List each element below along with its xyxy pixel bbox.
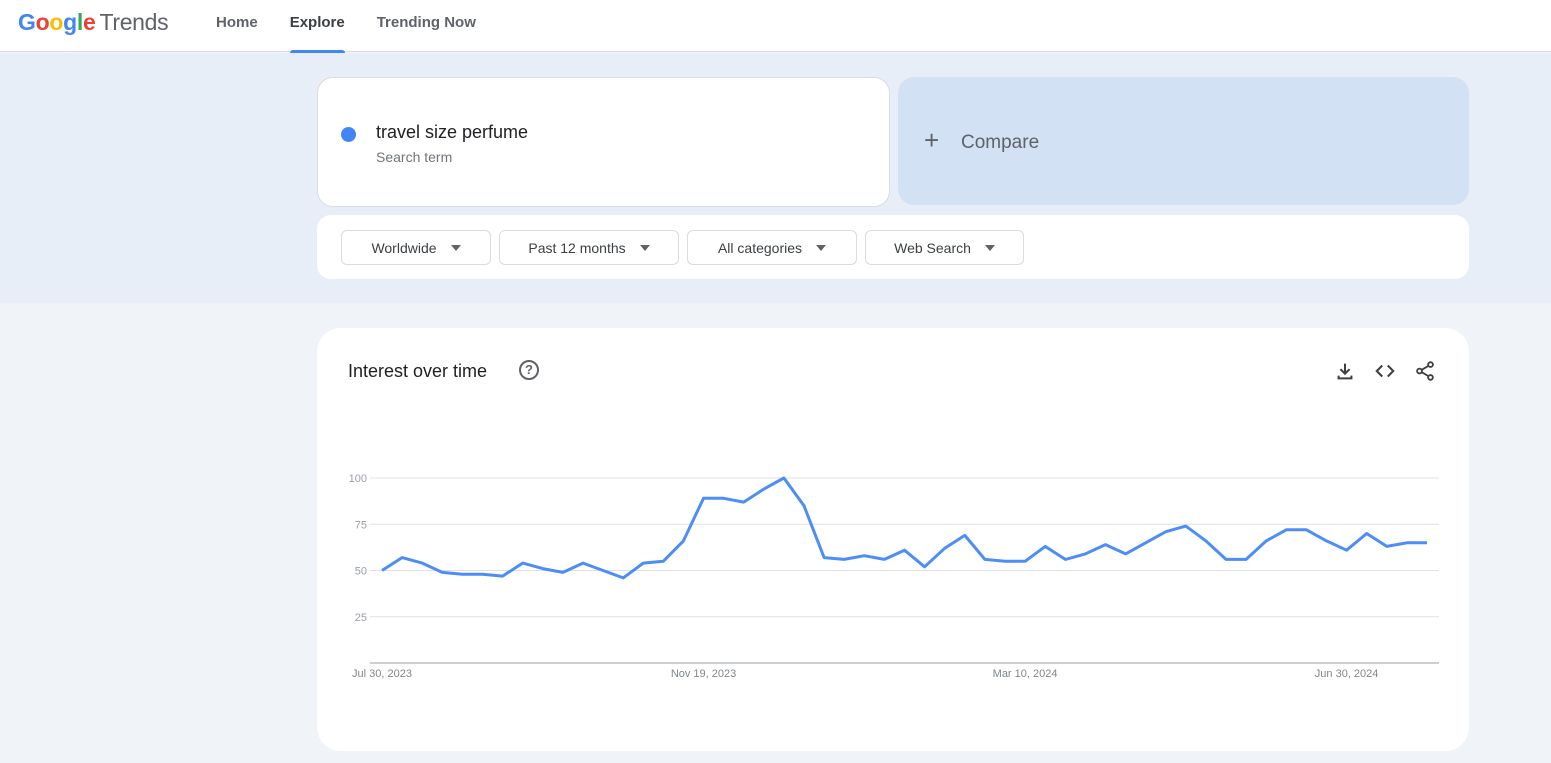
nav-trending-now[interactable]: Trending Now <box>377 0 476 52</box>
compare-button[interactable]: + Compare <box>898 77 1469 205</box>
logo-google-text: Google <box>18 9 96 35</box>
category-filter-label: All categories <box>717 239 803 256</box>
data-point[interactable] <box>1401 537 1413 549</box>
nav-home[interactable]: Home <box>216 0 258 52</box>
main-nav: Home Explore Trending Now <box>216 0 508 53</box>
data-point[interactable] <box>698 492 710 504</box>
data-point[interactable] <box>1341 544 1353 556</box>
data-point[interactable] <box>858 550 870 562</box>
data-point[interactable] <box>677 535 689 547</box>
data-point[interactable] <box>1099 539 1111 551</box>
data-point[interactable] <box>1300 524 1312 536</box>
x-tick-label: Mar 10, 2024 <box>993 668 1058 680</box>
search-term-name[interactable]: travel size perfume <box>376 122 528 143</box>
data-point[interactable] <box>376 565 388 577</box>
dropdown-caret-icon <box>639 244 650 251</box>
data-point[interactable] <box>778 472 790 484</box>
data-point[interactable] <box>758 483 770 495</box>
x-tick-label: Nov 19, 2023 <box>671 668 736 680</box>
data-point[interactable] <box>1120 548 1132 560</box>
data-point[interactable] <box>878 553 890 565</box>
data-point[interactable] <box>1361 528 1373 540</box>
data-point[interactable] <box>1079 548 1091 560</box>
data-point[interactable] <box>1200 535 1212 547</box>
data-point[interactable] <box>1039 540 1051 552</box>
dropdown-caret-icon <box>450 244 461 251</box>
region-filter[interactable]: Worldwide <box>341 230 491 265</box>
data-point[interactable] <box>637 557 649 569</box>
data-point[interactable] <box>718 492 730 504</box>
line-chart: 25 50 75 100 Jul 30, 2023 Nov 19, 2023 Mar 10… <box>349 472 1439 680</box>
data-point[interactable] <box>1421 537 1433 549</box>
data-point[interactable] <box>396 552 408 564</box>
y-tick-label: 25 <box>355 612 367 624</box>
data-point[interactable] <box>1260 535 1272 547</box>
data-point[interactable] <box>919 561 931 573</box>
nav-explore[interactable]: Explore <box>289 0 345 53</box>
search-term-card[interactable]: travel size perfume Search term <box>317 77 890 207</box>
data-point[interactable] <box>657 555 669 567</box>
data-point[interactable] <box>1381 540 1393 552</box>
time-range-filter-label: Past 12 months <box>528 239 626 256</box>
x-tick-label: Jun 30, 2024 <box>1315 668 1379 680</box>
data-point[interactable] <box>1280 524 1292 536</box>
top-bar: Google Trends Home Explore Trending Now <box>0 0 1551 53</box>
dropdown-caret-icon <box>984 244 995 251</box>
plus-icon: + <box>924 125 940 155</box>
data-point[interactable] <box>577 557 589 569</box>
search-term-type: Search term <box>376 149 453 165</box>
data-point[interactable] <box>617 572 629 584</box>
data-point[interactable] <box>939 542 951 554</box>
series-color-dot <box>341 127 356 142</box>
google-trends-logo[interactable]: Google Trends <box>18 9 169 36</box>
filter-bar: Worldwide Past 12 months All categories … <box>317 215 1469 279</box>
region-filter-label: Worldwide <box>371 239 437 256</box>
time-range-filter[interactable]: Past 12 months <box>499 230 679 265</box>
data-point[interactable] <box>838 553 850 565</box>
data-point[interactable] <box>1140 537 1152 549</box>
y-tick-label: 75 <box>355 519 367 531</box>
interest-over-time-card: Interest over time ? 25 50 75 100 Jul 30, 2… <box>317 328 1469 751</box>
data-point[interactable] <box>597 565 609 577</box>
data-point[interactable] <box>1321 535 1333 547</box>
data-point[interactable] <box>1160 526 1172 538</box>
data-point[interactable] <box>979 553 991 565</box>
y-tick-label: 100 <box>349 473 367 485</box>
logo-trends-text: Trends <box>99 9 169 35</box>
data-point[interactable] <box>1220 553 1232 565</box>
data-point[interactable] <box>537 563 549 575</box>
data-point[interactable] <box>436 566 448 578</box>
data-point[interactable] <box>416 557 428 569</box>
dropdown-caret-icon <box>816 244 827 251</box>
data-point[interactable] <box>1019 555 1031 567</box>
data-point[interactable] <box>999 555 1011 567</box>
data-point[interactable] <box>818 552 830 564</box>
y-tick-label: 50 <box>355 566 367 578</box>
data-point[interactable] <box>557 566 569 578</box>
data-point[interactable] <box>959 529 971 541</box>
data-point[interactable] <box>798 500 810 512</box>
category-filter[interactable]: All categories <box>687 230 857 265</box>
data-point[interactable] <box>738 496 750 508</box>
data-point[interactable] <box>1180 520 1192 532</box>
search-type-filter-label: Web Search <box>894 239 971 256</box>
x-tick-label: Jul 30, 2023 <box>352 668 412 680</box>
series-line[interactable] <box>381 476 1427 580</box>
data-point[interactable] <box>456 568 468 580</box>
compare-label: Compare <box>961 132 1040 153</box>
data-point[interactable] <box>476 568 488 580</box>
search-type-filter[interactable]: Web Search <box>865 230 1024 265</box>
data-point[interactable] <box>497 570 509 582</box>
data-point[interactable] <box>517 557 529 569</box>
data-point[interactable] <box>1059 553 1071 565</box>
data-point[interactable] <box>1240 553 1252 565</box>
data-point[interactable] <box>899 544 911 556</box>
